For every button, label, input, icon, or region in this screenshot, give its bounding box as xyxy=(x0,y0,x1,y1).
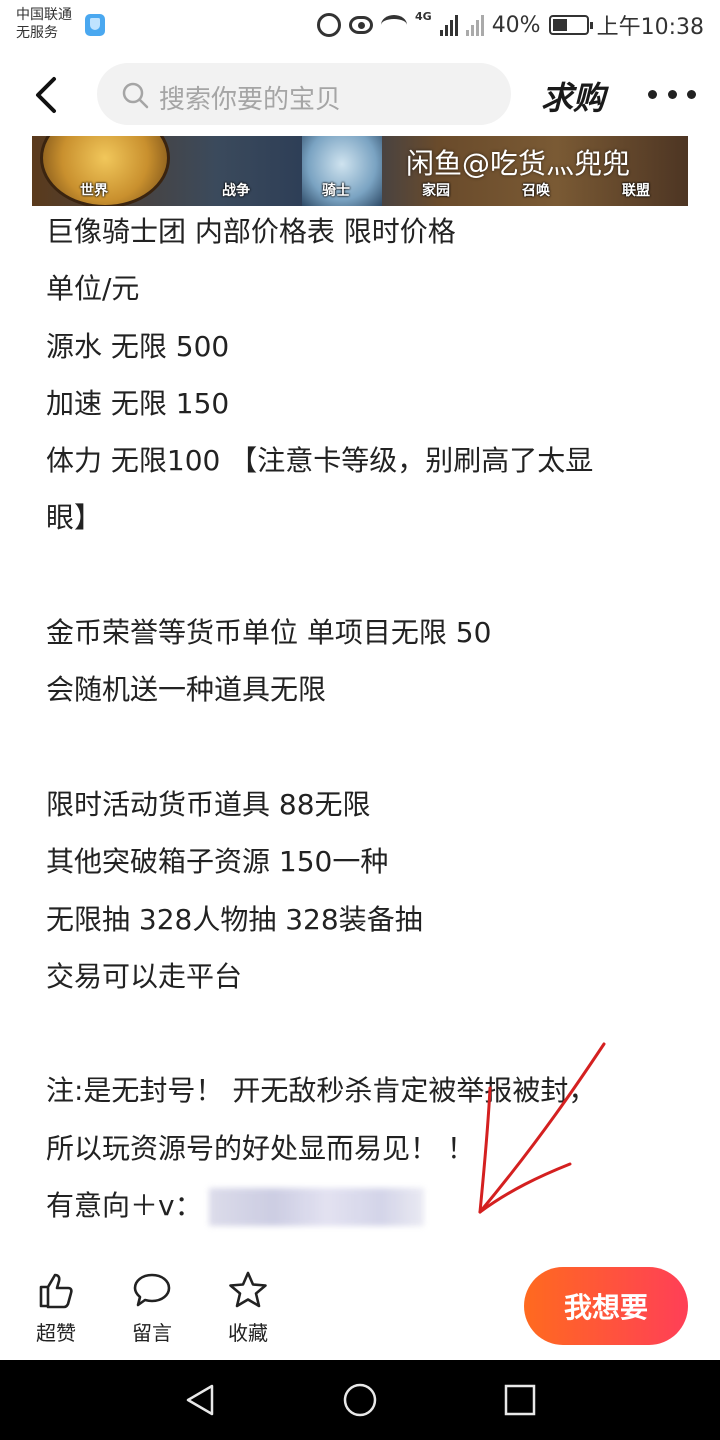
security-app-icon xyxy=(85,14,105,36)
favorite-label: 收藏 xyxy=(228,1321,268,1345)
post-line-blank xyxy=(46,547,686,604)
star-icon xyxy=(229,1271,267,1308)
banner-tab: 世界 xyxy=(80,183,108,199)
contact-prefix: 有意向＋v： xyxy=(46,1189,203,1223)
like-button[interactable]: 超赞 xyxy=(26,1269,86,1346)
post-line-blank xyxy=(46,719,686,776)
post-line-blank xyxy=(46,1005,686,1062)
post-line: 体力 无限100 【注意卡等级，别刷高了太显 xyxy=(46,444,594,478)
post-line: 眼】 xyxy=(46,501,103,535)
post-line: 无限抽 328人物抽 328装备抽 xyxy=(46,902,423,936)
post-description: 巨像骑士团 内部价格表 限时价格 单位/元 源水 无限 500 加速 无限 15… xyxy=(46,203,686,1234)
post-line: 会随机送一种道具无限 xyxy=(46,673,327,707)
square-recents-icon xyxy=(504,1384,536,1416)
top-nav: 搜索你要的宝贝 求购 xyxy=(0,55,720,135)
battery-percent: 40% xyxy=(491,12,541,38)
search-input[interactable]: 搜索你要的宝贝 xyxy=(97,63,511,125)
search-placeholder: 搜索你要的宝贝 xyxy=(159,85,342,115)
status-bar: 中国联通 无服务 4G 40% 上午10:38 xyxy=(0,0,720,50)
battery-icon xyxy=(548,15,593,35)
triangle-back-icon xyxy=(186,1384,214,1416)
signal-icon xyxy=(439,14,458,36)
game-screenshot-image[interactable]: 世界 战争 骑士 家园 召唤 联盟 闲鱼@吃货灬兜兜 xyxy=(32,136,688,206)
back-button[interactable] xyxy=(30,75,70,115)
i-want-it-button[interactable]: 我想要 xyxy=(524,1267,688,1345)
signal-icon-2 xyxy=(465,14,484,36)
watermark-text: 闲鱼@吃货灬兜兜 xyxy=(406,147,631,180)
banner-tab: 家园 xyxy=(422,183,450,199)
post-line: 加速 无限 150 xyxy=(46,386,230,420)
eye-comfort-icon xyxy=(349,16,373,34)
system-nav-bar xyxy=(0,1360,720,1440)
blurred-contact-id xyxy=(208,1188,424,1227)
favorite-button[interactable]: 收藏 xyxy=(218,1269,278,1346)
more-dot-icon xyxy=(648,89,657,99)
banner-tab: 联盟 xyxy=(622,183,650,199)
status-icons: 4G 40% 上午10:38 xyxy=(317,8,704,42)
system-back-button[interactable] xyxy=(182,1382,218,1418)
more-dot-icon xyxy=(667,89,677,99)
clock: 上午10:38 xyxy=(596,15,704,40)
more-dot-icon xyxy=(687,89,696,99)
banner-tab: 召唤 xyxy=(522,183,550,199)
post-line: 源水 无限 500 xyxy=(46,329,230,363)
wifi-icon xyxy=(381,15,407,35)
speech-bubble-icon xyxy=(133,1273,171,1307)
circle-home-icon xyxy=(343,1383,377,1417)
back-arrow-icon xyxy=(36,77,56,113)
post-line: 所以玩资源号的好处显而易见！ ！ xyxy=(46,1131,475,1165)
contact-line: 有意向＋v： xyxy=(46,1177,686,1234)
network-type: 4G xyxy=(415,10,432,23)
bottom-action-bar: 超赞 留言 收藏 我想要 xyxy=(0,1255,720,1360)
carrier-info: 中国联通 无服务 xyxy=(16,6,72,42)
post-line: 交易可以走平台 xyxy=(46,959,243,993)
banner-tab: 战争 xyxy=(222,183,250,199)
comment-button[interactable]: 留言 xyxy=(122,1269,182,1346)
post-line: 注:是无封号！ 开无敌秒杀肯定被举报被封， xyxy=(46,1074,597,1108)
comment-label: 留言 xyxy=(132,1321,172,1345)
thumbs-up-icon xyxy=(39,1273,73,1309)
more-options-button[interactable] xyxy=(648,83,696,105)
service-status: 无服务 xyxy=(16,25,58,41)
banner-tab: 骑士 xyxy=(322,183,350,199)
want-buy-link[interactable]: 求购 xyxy=(541,73,605,119)
post-line: 金币荣誉等货币单位 单项目无限 50 xyxy=(46,616,492,650)
carrier-name: 中国联通 xyxy=(16,7,72,23)
system-home-button[interactable] xyxy=(342,1382,378,1418)
post-line: 单位/元 xyxy=(46,272,140,306)
alarm-icon xyxy=(317,13,341,37)
post-line: 其他突破箱子资源 150一种 xyxy=(46,845,389,879)
like-label: 超赞 xyxy=(36,1321,76,1345)
search-icon xyxy=(122,82,149,109)
system-recents-button[interactable] xyxy=(502,1382,538,1418)
post-line: 限时活动货币道具 88无限 xyxy=(46,787,371,821)
post-line: 巨像骑士团 内部价格表 限时价格 xyxy=(46,215,456,248)
